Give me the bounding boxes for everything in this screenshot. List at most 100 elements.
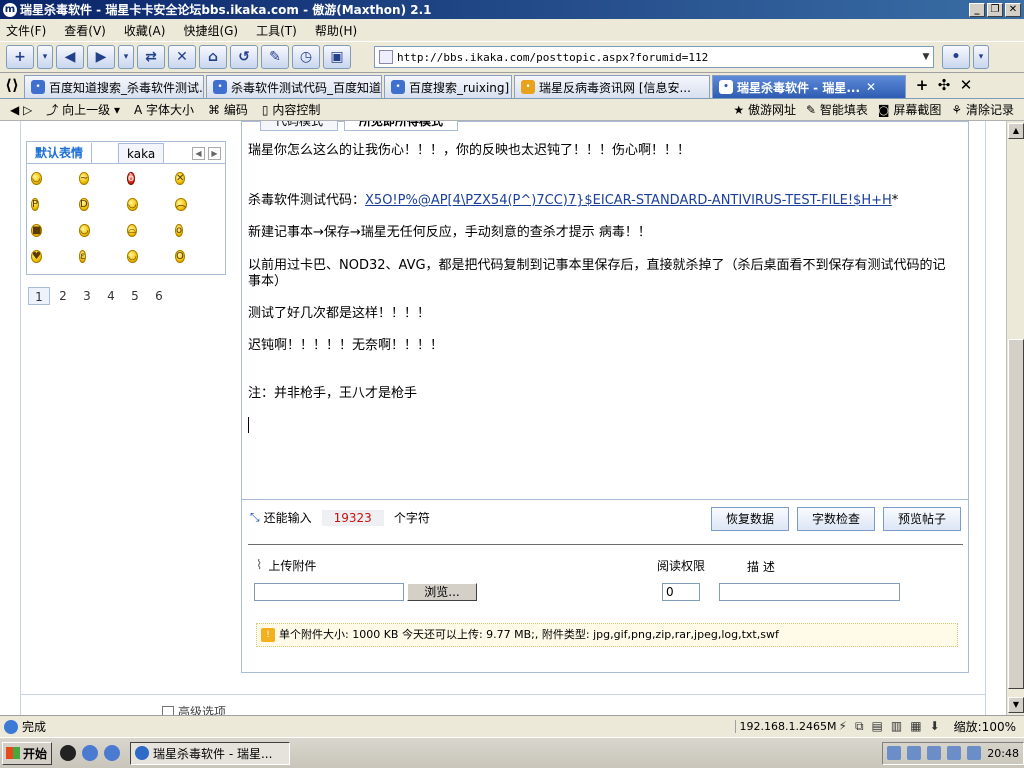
advanced-options[interactable]: 高级选项 (162, 703, 226, 715)
maxthon-icon[interactable] (82, 745, 98, 761)
new-tab-icon[interactable]: + (6, 45, 34, 69)
advanced-checkbox[interactable] (162, 705, 174, 715)
go-dropdown-icon[interactable]: ▾ (973, 45, 989, 69)
chevron-down-icon[interactable]: ▼ (919, 52, 933, 62)
wink-icon[interactable]: ◡ (127, 250, 138, 263)
qq-icon[interactable] (60, 745, 76, 761)
tab-baidu-search[interactable]: • 百度搜索_ruixing] (384, 75, 512, 98)
clock-icon[interactable]: ◷ (292, 45, 320, 69)
url-text[interactable]: http://bbs.ikaka.com/posttopic.aspx?foru… (397, 51, 919, 64)
window-icon[interactable]: ▣ (323, 45, 351, 69)
emoji-cell[interactable]: ~ (79, 170, 127, 196)
emoji-cell[interactable]: ♥ (31, 248, 79, 274)
tab-rising-forum[interactable]: • 瑞星杀毒软件 - 瑞星... ✕ (712, 75, 906, 98)
browse-button[interactable]: 浏览... (407, 583, 477, 601)
chevron-left-icon[interactable]: ◀ (192, 147, 205, 160)
page-number[interactable]: 5 (124, 287, 146, 305)
up-level-button[interactable]: ⤴ 向上一级 ▾ (46, 101, 120, 118)
clear-history-button[interactable]: ⚘ 清除记录 (951, 101, 1014, 118)
lightning-icon[interactable]: ⚡ (839, 719, 847, 734)
emoji-cell[interactable]: ò (127, 170, 175, 196)
worried-icon[interactable]: ~ (79, 172, 90, 185)
edit-icon[interactable]: ✎ (261, 45, 289, 69)
encoding-button[interactable]: ⌘ 编码 (208, 101, 248, 118)
restore-button[interactable]: ❐ (987, 2, 1003, 17)
start-button[interactable]: 开始 (2, 741, 52, 765)
emoji-cell[interactable]: ■ (31, 222, 79, 248)
tongue-icon[interactable]: P (31, 198, 40, 211)
tab-rising-news[interactable]: • 瑞星反病毒资讯网 [信息安... (514, 75, 710, 98)
smile-icon[interactable]: ◡ (31, 172, 42, 185)
description-input[interactable] (719, 583, 900, 601)
shy-icon[interactable]: ε (79, 250, 87, 263)
chevron-right-icon[interactable]: ▶ (208, 147, 221, 160)
ie-icon[interactable] (104, 745, 120, 761)
screenshot-button[interactable]: ◙ 屏幕截图 (878, 101, 942, 118)
emoji-cell[interactable]: ✕ (175, 170, 223, 196)
emoji-cell[interactable]: ◡ (127, 196, 175, 222)
stop-icon[interactable]: ✕ (168, 45, 196, 69)
emoji-cell[interactable]: O (175, 248, 223, 274)
address-bar[interactable]: http://bbs.ikaka.com/posttopic.aspx?foru… (374, 46, 934, 68)
home-icon[interactable]: ⌂ (199, 45, 227, 69)
antivirus-icon[interactable] (927, 746, 942, 760)
add-tab-icon[interactable]: + (914, 76, 930, 94)
emoji-cell[interactable]: ⌓ (127, 222, 175, 248)
emoji-cell[interactable]: o (175, 222, 223, 248)
tab-scroll-icon[interactable]: ⟨⟩ (4, 76, 20, 94)
page-number[interactable]: 3 (76, 287, 98, 305)
tab-default-emoji[interactable]: 默认表情 (27, 143, 93, 163)
upset-icon[interactable]: ⌓ (127, 224, 137, 237)
emoji-cell[interactable]: P (31, 196, 79, 222)
keyboard-icon[interactable] (887, 746, 902, 760)
network-icon[interactable] (907, 746, 922, 760)
maxthon-sites-button[interactable]: ★ 傲游网址 (733, 101, 796, 118)
new-tab-dropdown-icon[interactable]: ▾ (37, 45, 53, 69)
back-small-icon[interactable]: ◀ ▷ (10, 103, 32, 117)
trash-icon[interactable]: ▦ (910, 719, 921, 734)
eicar-link[interactable]: X5O!P%@AP[4\PZX54(P^)7CC)7}$EICAR-STANDA… (365, 193, 892, 208)
vertical-scrollbar[interactable]: ▲ ▼ (1006, 121, 1024, 715)
menu-groups[interactable]: 快捷组(G) (183, 22, 238, 39)
smart-fill-button[interactable]: ✎ 智能填表 (806, 101, 868, 118)
book-icon[interactable]: ▤ (872, 719, 883, 734)
close-button[interactable]: ✕ (1005, 2, 1021, 17)
permission-input[interactable]: 0 (662, 583, 700, 601)
zoom-level[interactable]: 缩放:100% (946, 718, 1024, 735)
tab-baidu-zhidao-search[interactable]: • 百度知道搜索_杀毒软件测试... (24, 75, 204, 98)
grin-icon[interactable]: D (79, 198, 89, 211)
close-tab-icon[interactable]: ✕ (866, 80, 876, 94)
menu-view[interactable]: 查看(V) (64, 22, 106, 39)
laugh-icon[interactable]: ◡ (79, 224, 90, 237)
smile2-icon[interactable]: ◡ (127, 198, 138, 211)
download-icon[interactable]: ⬇ (930, 719, 940, 734)
menu-file[interactable]: 文件(F) (6, 22, 46, 39)
forward-icon[interactable]: ▶ (87, 45, 115, 69)
page-number[interactable]: 6 (148, 287, 170, 305)
scroll-thumb[interactable] (1008, 339, 1024, 689)
pin-icon[interactable]: ✣ (936, 76, 952, 94)
tab-antivirus-test-code[interactable]: • 杀毒软件测试代码_百度知道 (206, 75, 382, 98)
banned-icon[interactable]: ✕ (175, 172, 186, 185)
menu-help[interactable]: 帮助(H) (315, 22, 357, 39)
emoji-cell[interactable]: D (79, 196, 127, 222)
taskbar-window-button[interactable]: 瑞星杀毒软件 - 瑞星... (130, 741, 290, 765)
font-size-button[interactable]: A 字体大小 (134, 101, 194, 118)
restore-data-button[interactable]: 恢复数据 (711, 507, 789, 531)
history-dropdown-icon[interactable]: ▾ (118, 45, 134, 69)
emoji-cell[interactable]: ◡ (127, 248, 175, 274)
undo-close-icon[interactable]: ↺ (230, 45, 258, 69)
back-icon[interactable]: ◀ (56, 45, 84, 69)
tab-wysiwyg-mode[interactable]: 所见即所得模式 (344, 121, 459, 131)
shock-icon[interactable]: O (175, 250, 185, 263)
go-icon[interactable]: • (942, 45, 970, 69)
tab-code-mode[interactable]: 代码模式 (260, 121, 339, 131)
refresh-icon[interactable]: ⇄ (137, 45, 165, 69)
volume-icon[interactable] (947, 746, 962, 760)
minimize-button[interactable]: _ (969, 2, 985, 17)
security-icon[interactable] (967, 746, 982, 760)
close-all-icon[interactable]: ✕ (958, 76, 974, 94)
emoji-cell[interactable]: ◡ (79, 222, 127, 248)
page-number[interactable]: 4 (100, 287, 122, 305)
scroll-down-icon[interactable]: ▼ (1008, 697, 1024, 713)
